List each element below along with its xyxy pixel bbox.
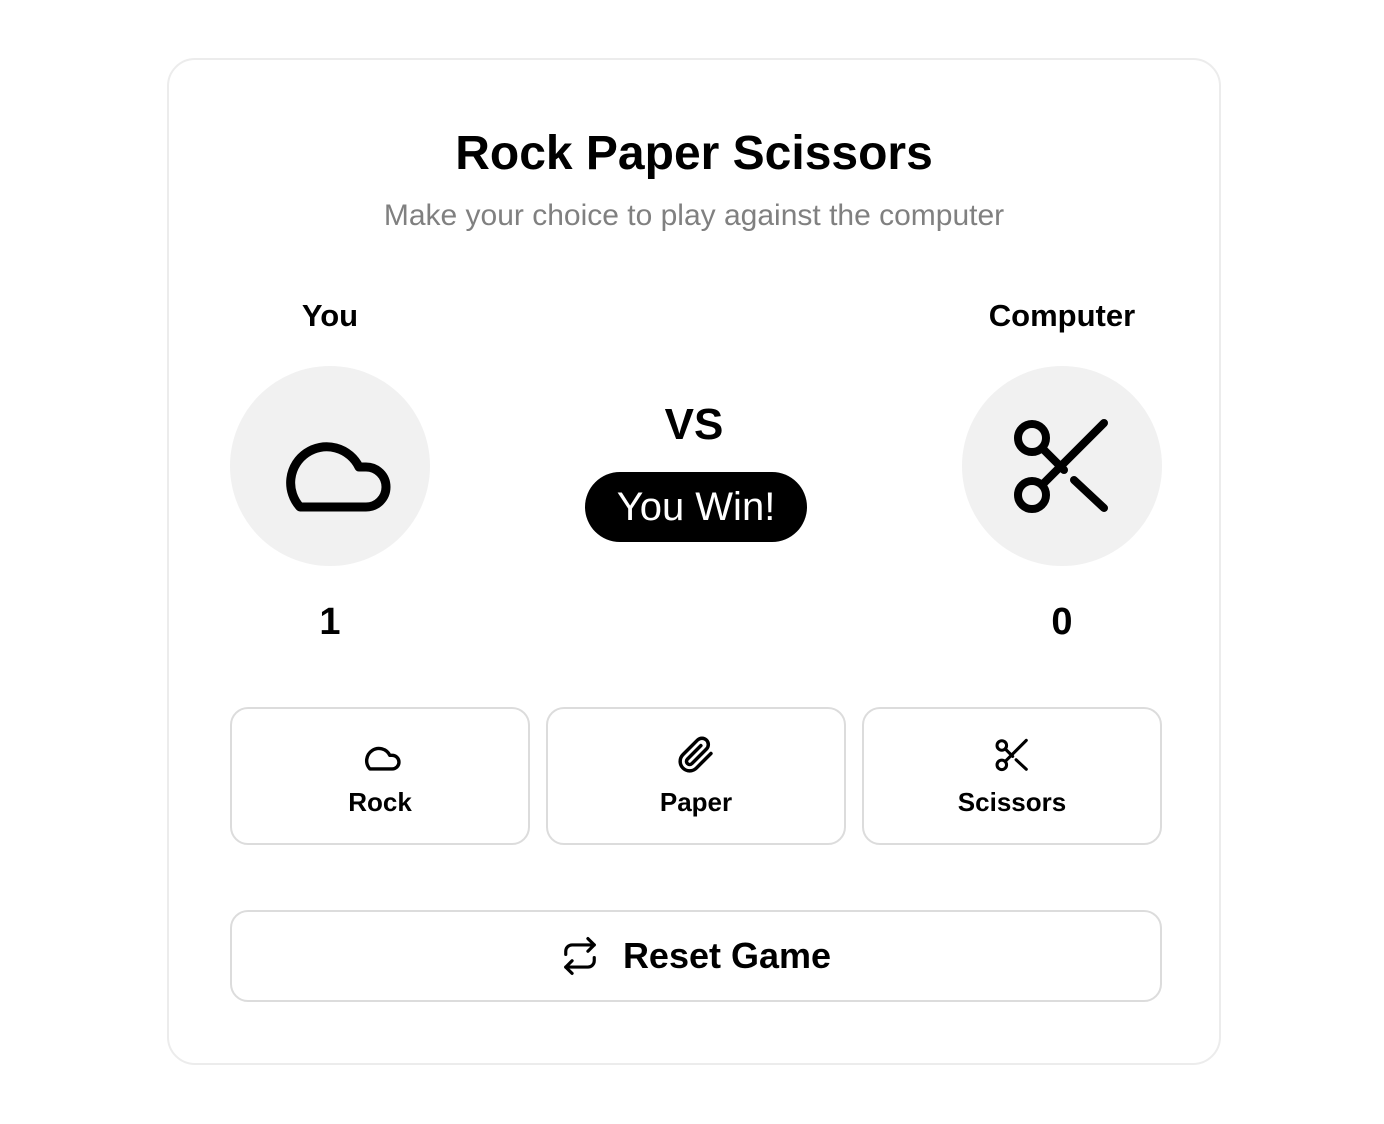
- paper-button[interactable]: Paper: [546, 707, 846, 845]
- scissors-button[interactable]: Scissors: [862, 707, 1162, 845]
- rock-button-label: Rock: [348, 787, 412, 817]
- game-card: Rock Paper Scissors Make your choice to …: [167, 58, 1221, 1065]
- player-panel-you: You 1: [230, 296, 430, 644]
- reset-game-label: Reset Game: [622, 935, 832, 976]
- paperclip-icon: [677, 735, 715, 775]
- score-computer: 0: [1051, 601, 1073, 643]
- paper-button-label: Paper: [659, 787, 733, 817]
- player-label-computer: Computer: [988, 298, 1136, 333]
- player-choice-computer: [962, 366, 1162, 566]
- choice-buttons: Rock Paper Scissors: [230, 707, 1162, 845]
- result-badge: You Win!: [585, 472, 807, 542]
- player-label-you: You: [301, 298, 359, 333]
- scissors-button-label: Scissors: [957, 787, 1067, 817]
- page-subtitle: Make your choice to play against the com…: [383, 199, 1005, 232]
- player-panel-computer: Computer 0: [962, 296, 1162, 644]
- reset-game-button[interactable]: Reset Game: [230, 910, 1162, 1002]
- page-title: Rock Paper Scissors: [455, 127, 933, 180]
- cloud-icon: [359, 735, 401, 775]
- player-choice-you: [230, 366, 430, 566]
- rock-button[interactable]: Rock: [230, 707, 530, 845]
- repeat-icon: [561, 936, 599, 976]
- score-you: 1: [319, 601, 341, 643]
- scissors-icon: [995, 735, 1029, 775]
- scissors-icon: [1012, 416, 1112, 516]
